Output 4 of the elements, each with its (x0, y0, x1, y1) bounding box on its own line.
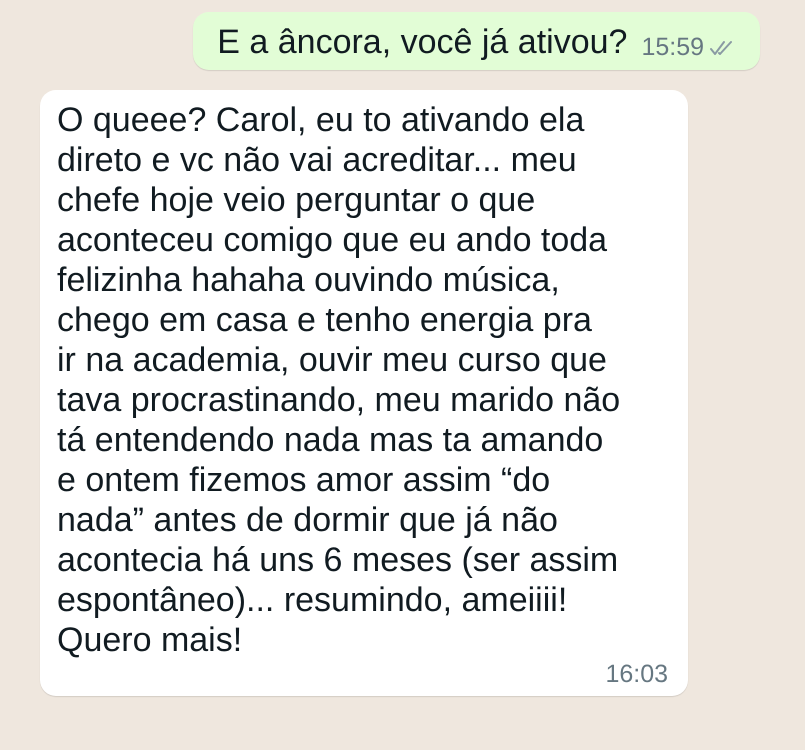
message-text: E a âncora, você já ativou? (217, 22, 628, 62)
message-text: O queee? Carol, eu to ativando ela direto e vc não vai acreditar... meu chefe hoje veio perguntar o que aconteceu comigo que eu ando toda felizinha hahaha ouvindo música, chego em casa e tenho energia pra ir na academia, ouvir meu curso que tava procrastinando, meu marido não tá entendendo nada mas ta amando e ontem fizemos amor assim “do nada” antes de dormir que já não acontecia há uns 6 meses (ser assim espontâneo)... resumindo, ameiiii! Quero mais! (57, 100, 620, 660)
message-time: 16:03 (605, 660, 668, 688)
message-time: 15:59 (641, 33, 704, 62)
